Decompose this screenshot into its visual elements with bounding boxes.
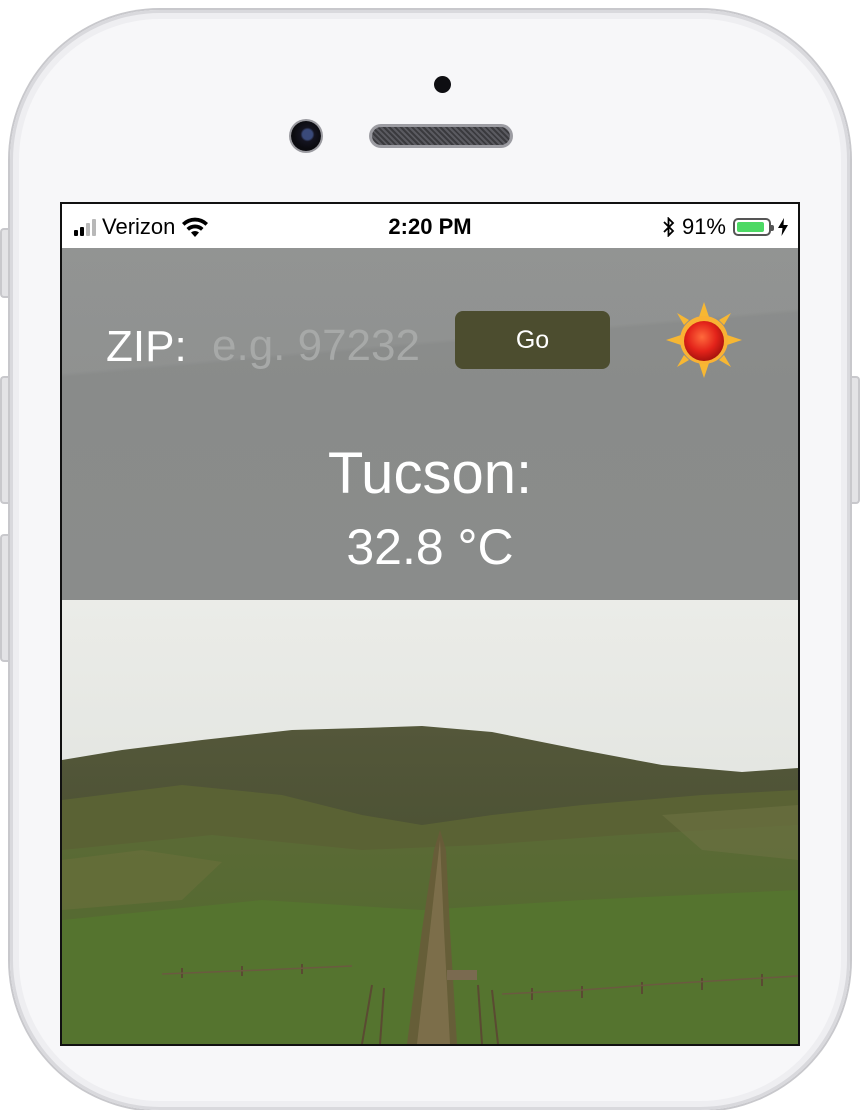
front-camera xyxy=(291,121,321,151)
zip-label: ZIP: xyxy=(106,322,187,371)
earpiece-speaker xyxy=(372,127,510,145)
bolt-icon xyxy=(778,218,788,236)
weather-panel: ZIP: Go Tucs xyxy=(62,248,798,600)
battery-percent: 91% xyxy=(681,214,726,239)
proximity-sensor xyxy=(434,76,451,93)
landscape-background-image xyxy=(62,600,798,1044)
bluetooth-icon xyxy=(663,217,675,237)
temperature: 32.8 °C xyxy=(346,519,514,575)
phone-screen: Verizon 2:20 PM 91% ZIP: Go xyxy=(62,204,798,1044)
status-right: 91% xyxy=(663,214,788,240)
go-button[interactable]: Go xyxy=(455,311,610,369)
battery-icon xyxy=(733,218,774,236)
city-name: Tucson: xyxy=(327,441,533,506)
sun-icon xyxy=(666,302,742,378)
zip-input[interactable] xyxy=(212,320,444,372)
status-bar: Verizon 2:20 PM 91% xyxy=(62,204,798,248)
